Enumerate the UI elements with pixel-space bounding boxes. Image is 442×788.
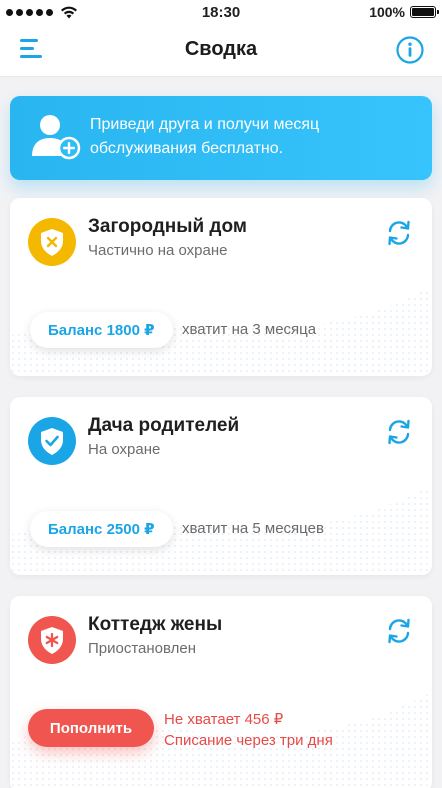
add-user-icon [32,115,81,160]
warning-shortfall: Не хватает 456 ₽ [164,711,284,728]
balance-button[interactable]: Баланс 2500 ₽ [30,511,173,547]
object-card-wife-cottage[interactable]: Коттедж жены Приостановлен Пополнить Не … [10,596,432,788]
shield-alert-icon [28,616,76,664]
refresh-icon[interactable] [384,417,414,447]
payment-warning: Не хватает 456 ₽ Списание через три дня [164,709,333,751]
page-title: Сводка [184,38,258,60]
object-status: Частично на охране [88,242,228,259]
referral-text: Приведи друга и получи месяц обслуживани… [90,116,320,157]
info-icon[interactable] [396,36,424,64]
balance-button[interactable]: Баланс 1800 ₽ [30,312,173,348]
refresh-icon[interactable] [384,616,414,646]
top-up-button[interactable]: Пополнить [28,709,154,747]
object-card-country-house[interactable]: Загородный дом Частично на охране Баланс… [10,198,432,376]
battery-indicator: 100% [369,4,439,20]
navigation-bar: Сводка [0,24,442,76]
warning-debit-date: Списание через три дня [164,732,333,749]
object-title: Коттедж жены [88,614,223,635]
object-status: Приостановлен [88,640,197,657]
refresh-icon[interactable] [384,218,414,248]
shield-warning-icon [28,218,76,266]
object-card-parents-dacha[interactable]: Дача родителей На охране Баланс 2500 ₽ х… [10,397,432,575]
battery-percent: 100% [369,4,405,20]
referral-banner[interactable]: Приведи друга и получи месяц обслуживани… [10,96,432,180]
balance-note: хватит на 5 месяцев [182,520,324,537]
battery-icon [410,6,439,18]
status-bar: 18:30 100% [0,0,442,24]
balance-note: хватит на 3 месяца [182,321,317,338]
object-status: На охране [88,441,161,458]
object-title: Дача родителей [88,415,240,436]
shield-check-icon [28,417,76,465]
object-title: Загородный дом [88,216,247,237]
